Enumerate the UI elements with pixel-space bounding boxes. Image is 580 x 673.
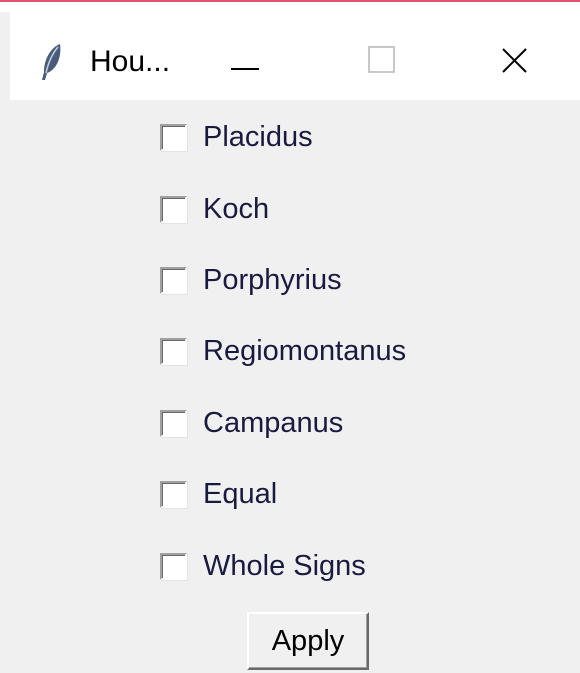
checkbox-equal[interactable]: Equal bbox=[160, 474, 277, 514]
checkbox-whole-signs[interactable]: Whole Signs bbox=[160, 546, 366, 586]
checkbox-porphyrius[interactable]: Porphyrius bbox=[160, 260, 342, 300]
checkbox-label: Campanus bbox=[203, 407, 344, 439]
options-panel: Placidus Koch Porphyrius Regiomontanus C… bbox=[10, 100, 580, 673]
window-border-top bbox=[0, 0, 580, 12]
checkbox-box[interactable] bbox=[160, 266, 187, 294]
minimize-button[interactable] bbox=[205, 12, 285, 100]
checkbox-label: Regiomontanus bbox=[203, 335, 407, 367]
checkbox-box[interactable] bbox=[160, 337, 187, 365]
checkbox-label: Whole Signs bbox=[203, 550, 366, 582]
maximize-button[interactable] bbox=[342, 12, 422, 100]
checkbox-regiomontanus[interactable]: Regiomontanus bbox=[160, 331, 406, 371]
checkbox-box[interactable] bbox=[160, 195, 187, 223]
apply-button[interactable]: Apply bbox=[247, 612, 369, 670]
app-window: Hou... Placidus Koch Porphyrius Regiomon… bbox=[0, 0, 580, 673]
checkbox-koch[interactable]: Koch bbox=[160, 189, 269, 229]
checkbox-box[interactable] bbox=[160, 409, 187, 437]
checkbox-placidus[interactable]: Placidus bbox=[160, 117, 313, 157]
checkbox-campanus[interactable]: Campanus bbox=[160, 403, 343, 443]
close-button[interactable] bbox=[472, 12, 552, 100]
checkbox-box[interactable] bbox=[160, 123, 187, 151]
checkbox-label: Equal bbox=[203, 478, 278, 510]
checkbox-box[interactable] bbox=[160, 480, 187, 508]
checkbox-label: Porphyrius bbox=[203, 264, 342, 296]
feather-icon bbox=[38, 42, 66, 82]
checkbox-box[interactable] bbox=[160, 552, 187, 580]
checkbox-label: Placidus bbox=[203, 121, 313, 153]
window-title: Hou... bbox=[90, 45, 171, 78]
checkbox-label: Koch bbox=[203, 193, 270, 225]
